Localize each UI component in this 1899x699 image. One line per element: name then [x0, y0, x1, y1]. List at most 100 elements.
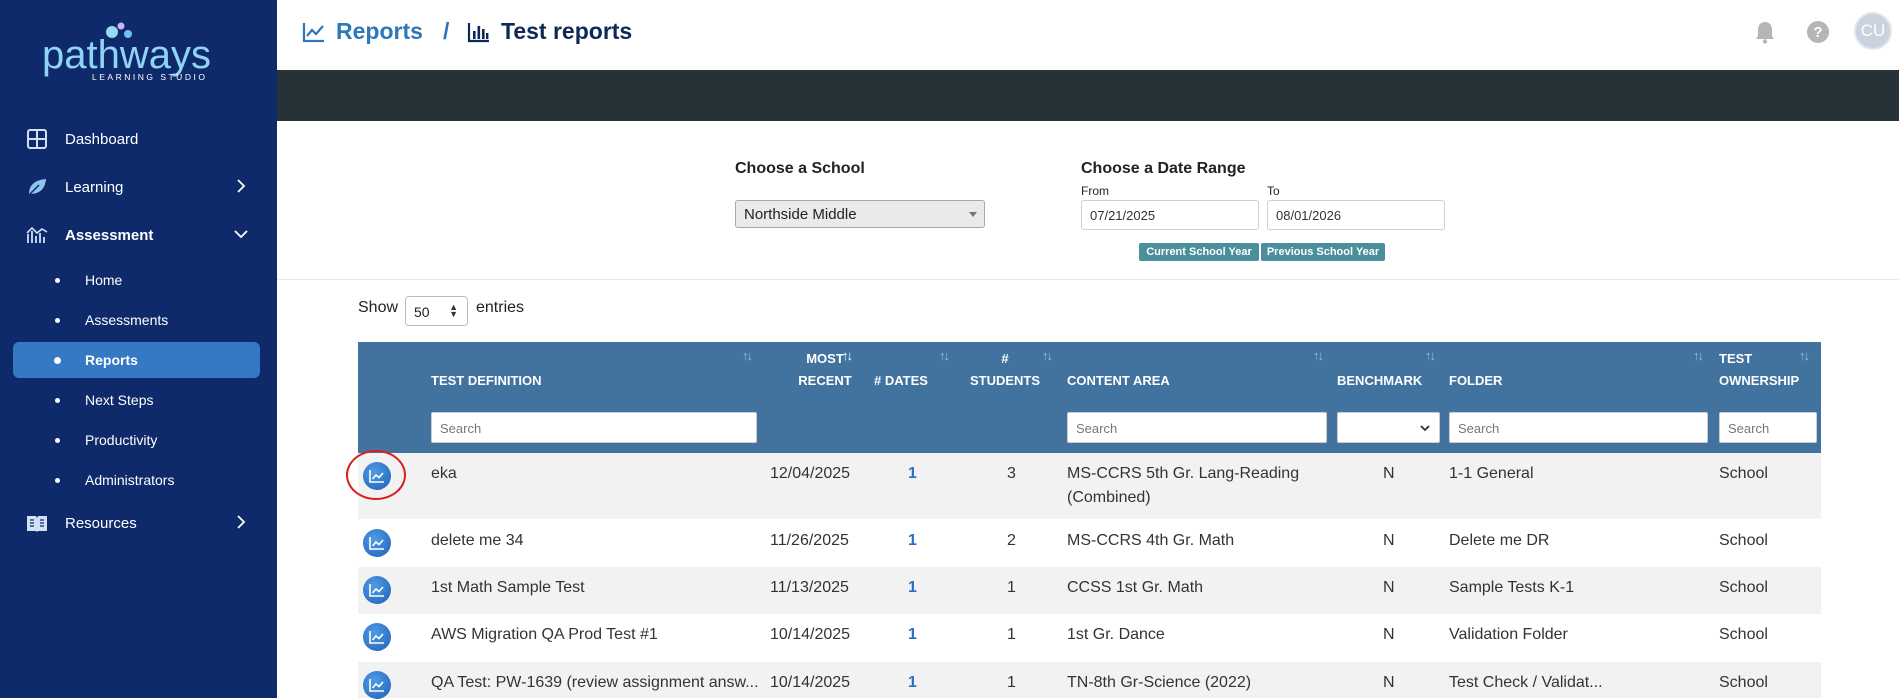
sort-icon[interactable]: ↑↓: [742, 348, 753, 363]
column-header-most-recent[interactable]: MOST RECENT: [785, 348, 865, 392]
date-range-title: Choose a Date Range: [1081, 160, 1246, 177]
school-select[interactable]: Northside Middle: [735, 200, 985, 228]
sidebar-subitem-label: Reports: [85, 352, 138, 368]
entries-per-page-select[interactable]: 50 ▲ ▼: [405, 296, 468, 326]
svg-text:LEARNING STUDIO: LEARNING STUDIO: [92, 72, 207, 82]
test-definition-cell[interactable]: eka: [431, 462, 457, 486]
benchmark-filter-select[interactable]: [1337, 412, 1440, 443]
sidebar-item-assessment[interactable]: Assessment: [0, 213, 277, 257]
chevron-right-icon: [237, 179, 246, 193]
from-date-input[interactable]: 07/21/2025: [1081, 200, 1259, 230]
bullet-icon: [55, 318, 60, 323]
bar-chart-icon: [467, 22, 489, 42]
dates-count-link[interactable]: 1: [908, 623, 917, 647]
to-date-input[interactable]: 08/01/2026: [1267, 200, 1445, 230]
previous-school-year-button[interactable]: Previous School Year: [1261, 243, 1385, 261]
ownership-cell: School: [1719, 674, 1768, 691]
content-area-cell: CCSS 1st Gr. Math: [1067, 579, 1204, 596]
table-header: TEST DEFINITION ↑↓ MOST RECENT ↑↓ # DATE…: [358, 342, 1821, 453]
column-header-test-ownership[interactable]: TEST OWNERSHIP: [1719, 348, 1799, 392]
dates-count-link[interactable]: 1: [908, 462, 917, 486]
sidebar-subitem-next-steps[interactable]: Next Steps: [13, 382, 260, 418]
test-definition-cell[interactable]: delete me 34: [431, 529, 524, 553]
header-line: MOST: [806, 351, 844, 366]
entries-per-page-value: 50: [414, 304, 430, 320]
bullet-icon: [54, 357, 61, 364]
benchmark-cell: N: [1383, 579, 1395, 596]
sidebar-subitem-reports[interactable]: Reports: [13, 342, 260, 378]
sidebar-subitem-label: Home: [85, 272, 123, 288]
folder-cell: Delete me DR: [1449, 532, 1550, 549]
highlight-annotation-circle: [346, 450, 406, 500]
most-recent-cell: 12/04/2025: [770, 465, 851, 482]
section-divider: [277, 279, 1899, 280]
view-report-icon[interactable]: [363, 623, 391, 651]
column-header-folder[interactable]: FOLDER: [1449, 370, 1502, 392]
sort-icon[interactable]: ↑↓: [1799, 348, 1810, 363]
folder-search-input[interactable]: Search: [1449, 412, 1708, 443]
pathways-logo[interactable]: pathways LEARNING STUDIO: [40, 10, 240, 82]
sidebar-subitem-assessments[interactable]: Assessments: [13, 302, 260, 338]
test-definition-cell[interactable]: QA Test: PW-1639 (review assignment answ…: [431, 671, 759, 695]
test-definition-cell[interactable]: 1st Math Sample Test: [431, 576, 585, 600]
school-filter-title: Choose a School: [735, 160, 865, 177]
column-header-test-definition[interactable]: TEST DEFINITION: [431, 370, 542, 392]
content-area-search-input[interactable]: Search: [1067, 412, 1327, 443]
sort-icon[interactable]: ↑↓: [1693, 348, 1704, 363]
sort-icon[interactable]: ↑↓: [939, 348, 950, 363]
sort-icon[interactable]: ↑↓: [1425, 348, 1436, 363]
benchmark-cell: N: [1383, 465, 1395, 482]
students-count-cell: 1: [1007, 626, 1016, 643]
user-avatar[interactable]: CU: [1854, 12, 1892, 50]
table-row[interactable]: eka 12/04/2025 1 3 MS-CCRS 5th Gr. Lang-…: [358, 453, 1821, 519]
view-report-icon[interactable]: [363, 529, 391, 557]
sidebar-subitem-home[interactable]: Home: [13, 262, 260, 298]
table-row[interactable]: AWS Migration QA Prod Test #1 10/14/2025…: [358, 614, 1821, 662]
sidebar-subitem-administrators[interactable]: Administrators: [13, 462, 260, 498]
book-icon: [27, 516, 47, 532]
header-line: STUDENTS: [969, 373, 1041, 388]
table-row[interactable]: delete me 34 11/26/2025 1 2 MS-CCRS 4th …: [358, 519, 1821, 567]
help-icon[interactable]: ?: [1807, 21, 1829, 43]
sidebar-item-learning[interactable]: Learning: [0, 165, 277, 209]
view-report-icon[interactable]: [363, 671, 391, 699]
test-definition-cell[interactable]: AWS Migration QA Prod Test #1: [431, 623, 658, 647]
sidebar-subitem-productivity[interactable]: Productivity: [13, 422, 260, 458]
dates-count-link[interactable]: 1: [908, 576, 917, 600]
column-header-dates[interactable]: # DATES: [874, 370, 928, 392]
sort-icon[interactable]: ↑↓: [1042, 348, 1053, 363]
view-report-icon[interactable]: [363, 576, 391, 604]
benchmark-cell: N: [1383, 674, 1395, 691]
chevron-down-icon: [234, 230, 248, 239]
sort-icon[interactable]: ↑↓: [1313, 348, 1324, 363]
current-school-year-button[interactable]: Current School Year: [1139, 243, 1259, 261]
table-row[interactable]: QA Test: PW-1639 (review assignment answ…: [358, 662, 1821, 699]
sidebar-subitem-label: Next Steps: [85, 392, 154, 408]
content-area-line: MS-CCRS 5th Gr. Lang-Reading: [1067, 465, 1300, 482]
column-header-content-area[interactable]: CONTENT AREA: [1067, 370, 1170, 392]
table-row[interactable]: 1st Math Sample Test 11/13/2025 1 1 CCSS…: [358, 567, 1821, 614]
sidebar-item-label: Dashboard: [65, 130, 139, 148]
from-label: From: [1081, 184, 1109, 198]
folder-cell: Test Check / Validat...: [1449, 674, 1603, 691]
top-header: Reports / Test reports ? CU: [277, 0, 1899, 70]
bullet-icon: [55, 478, 60, 483]
ownership-search-input[interactable]: Search: [1719, 412, 1817, 443]
dates-count-link[interactable]: 1: [908, 671, 917, 695]
sidebar-item-label: Assessment: [65, 226, 154, 244]
header-line: #: [1001, 351, 1009, 366]
column-header-benchmark[interactable]: BENCHMARK: [1337, 370, 1422, 392]
breadcrumb-reports[interactable]: Reports: [302, 18, 423, 45]
header-line: OWNERSHIP: [1719, 373, 1800, 388]
header-line: RECENT: [798, 373, 852, 388]
bell-icon[interactable]: [1754, 20, 1776, 44]
sidebar-item-resources[interactable]: Resources: [0, 501, 277, 545]
sort-active-icon[interactable]: ↑↓: [842, 348, 853, 363]
column-header-students[interactable]: # STUDENTS: [965, 348, 1045, 392]
school-select-value: Northside Middle: [744, 206, 857, 223]
assessment-chart-icon: [26, 226, 48, 243]
students-count-cell: 3: [1007, 465, 1016, 482]
test-definition-search-input[interactable]: Search: [431, 412, 757, 443]
sidebar-item-dashboard[interactable]: Dashboard: [0, 117, 277, 161]
dates-count-link[interactable]: 1: [908, 529, 917, 553]
